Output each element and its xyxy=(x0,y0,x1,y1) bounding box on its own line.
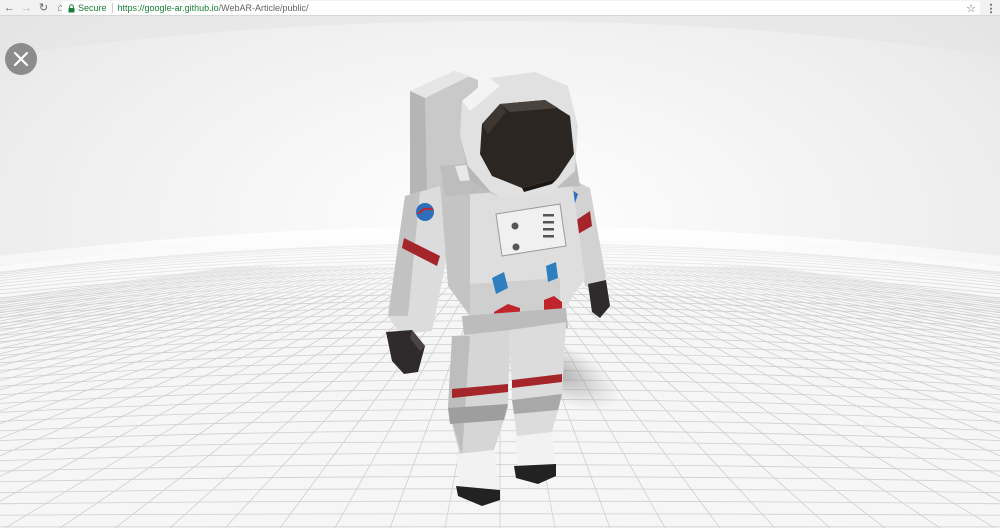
secure-label: Secure xyxy=(78,3,107,13)
address-bar[interactable]: Secure https://google-ar.github.io/WebAR… xyxy=(62,1,980,15)
browser-toolbar: ← → ↻ ⌂ Secure https://google-ar.github.… xyxy=(0,0,1000,16)
reload-icon[interactable]: ↻ xyxy=(36,0,51,15)
divider xyxy=(111,3,113,13)
star-icon[interactable]: ☆ xyxy=(964,0,978,16)
forward-arrow-icon[interactable]: → xyxy=(19,0,34,15)
scene-svg xyxy=(0,16,1000,528)
url-host: https://google-ar.github.io xyxy=(117,3,219,13)
ar-viewer-canvas[interactable] xyxy=(0,16,1000,528)
close-icon xyxy=(13,51,29,67)
back-arrow-icon[interactable]: ← xyxy=(2,0,17,15)
kebab-menu-icon[interactable]: ⋮ xyxy=(986,0,997,16)
close-button[interactable] xyxy=(5,43,37,75)
url-path: /WebAR-Article/public/ xyxy=(218,3,309,13)
lock-icon xyxy=(66,2,76,14)
